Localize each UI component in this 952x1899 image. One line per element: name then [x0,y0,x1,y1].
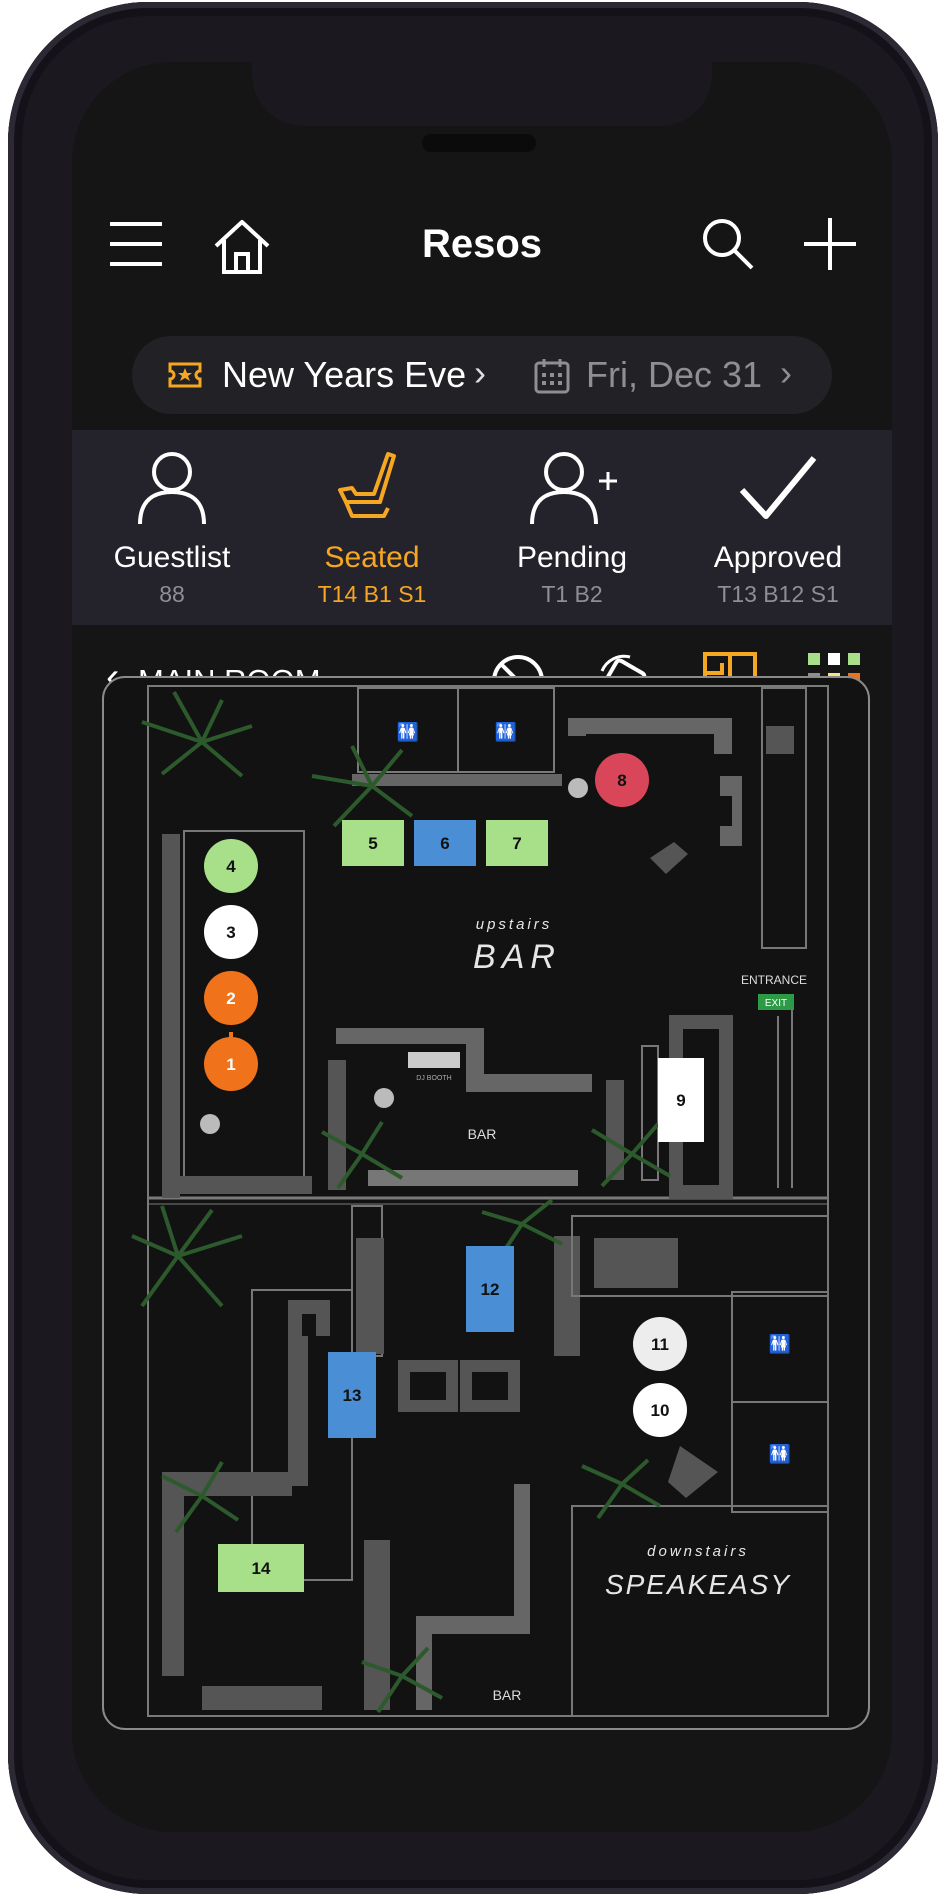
table-number: 7 [512,834,521,853]
table-7[interactable]: 7 [486,820,548,866]
upstairs-sign: upstairs [476,916,553,933]
add-icon[interactable] [802,216,858,272]
floor-plan: 🚻 🚻 BAR DJ BOOTH upstairs BAR ENTRANCE E… [102,676,870,1730]
table-number: 8 [617,771,626,790]
dj-booth-label: DJ BOOTH [416,1075,451,1082]
tab-pending[interactable]: Pending T1 B2 [472,450,672,608]
tab-guestlist[interactable]: Guestlist 88 [72,450,272,608]
table-2[interactable]: 2 [204,971,258,1025]
tab-label: Pending [516,541,628,574]
date-selector[interactable]: Fri, Dec 31 [586,354,762,396]
table-number: 13 [343,1386,362,1405]
ticket-icon [168,362,202,388]
table-number: 1 [226,1055,235,1074]
checkmark-icon [739,456,817,519]
table-12[interactable]: 12 [466,1246,514,1332]
filter-bar: New Years Eve › Fri, Dec 31 › [72,312,892,430]
table-6[interactable]: 6 [414,820,476,866]
table-11[interactable]: 11 [633,1317,687,1371]
tab-label: Guestlist [113,541,231,574]
person-icon [138,452,206,525]
table-10[interactable]: 10 [633,1383,687,1437]
tab-count: 88 [159,581,185,607]
tab-count: T1 B2 [541,581,603,607]
restroom-icon: 🚻 [769,1443,791,1464]
tab-count: T13 B12 S1 [717,581,839,607]
seat-icon [338,452,396,518]
filter-pill: New Years Eve › Fri, Dec 31 › [132,336,832,414]
calendar-icon [534,359,570,394]
search-icon[interactable] [700,216,756,272]
table-number: 2 [226,989,235,1008]
table-number: 3 [226,923,235,942]
restroom-icon: 🚻 [397,721,419,742]
table-4[interactable]: 4 [204,839,258,893]
table-number: 14 [252,1559,271,1578]
bar-label: BAR [468,1126,497,1142]
tab-seated[interactable]: Seated T14 B1 S1 [272,450,472,608]
table-number: 6 [440,834,449,853]
speaker [422,134,536,152]
bar-label-downstairs: BAR [493,1687,522,1703]
page-title: Resos [421,222,543,266]
downstairs-sign: downstairs [647,1543,749,1560]
tab-count: T14 B1 S1 [317,581,427,607]
restroom-icon: 🚻 [495,721,517,742]
status-tabs: Guestlist 88 Seated T14 B1 S1 Pending T1… [72,430,892,625]
table-number: 11 [651,1335,669,1354]
event-selector[interactable]: New Years Eve [222,354,466,396]
table-13[interactable]: 13 [328,1352,376,1438]
entrance-label: ENTRANCE [741,973,807,987]
table-1[interactable]: 1 [204,1037,258,1091]
upstairs-bar-sign: BAR [473,938,561,976]
table-number: 4 [226,857,236,876]
table-8[interactable]: 8 [595,753,649,807]
tab-label: Seated [324,541,420,574]
restroom-icon: 🚻 [769,1333,791,1354]
table-number: 12 [481,1280,500,1299]
exit-sign: EXIT [765,998,787,1009]
table-9[interactable]: 9 [658,1058,704,1142]
table-3[interactable]: 3 [204,905,258,959]
table-number: 9 [676,1091,685,1110]
tab-label: Approved [713,541,843,574]
add-person-icon [530,452,617,525]
tab-approved[interactable]: Approved T13 B12 S1 [678,450,878,608]
table-5[interactable]: 5 [342,820,404,866]
app-header: Resos [72,182,892,313]
speakeasy-sign: SPEAKEASY [605,1569,791,1600]
notch [252,62,712,126]
table-number: 5 [368,834,377,853]
phone-frame: Resos New Years Eve › Fri, Dec 31 › Gues… [8,2,938,1894]
app-screen: Resos New Years Eve › Fri, Dec 31 › Gues… [72,62,892,1832]
table-number: 10 [651,1401,670,1420]
chevron-right-icon[interactable]: › [474,352,486,394]
chevron-right-icon[interactable]: › [780,352,792,394]
table-14[interactable]: 14 [218,1544,304,1592]
